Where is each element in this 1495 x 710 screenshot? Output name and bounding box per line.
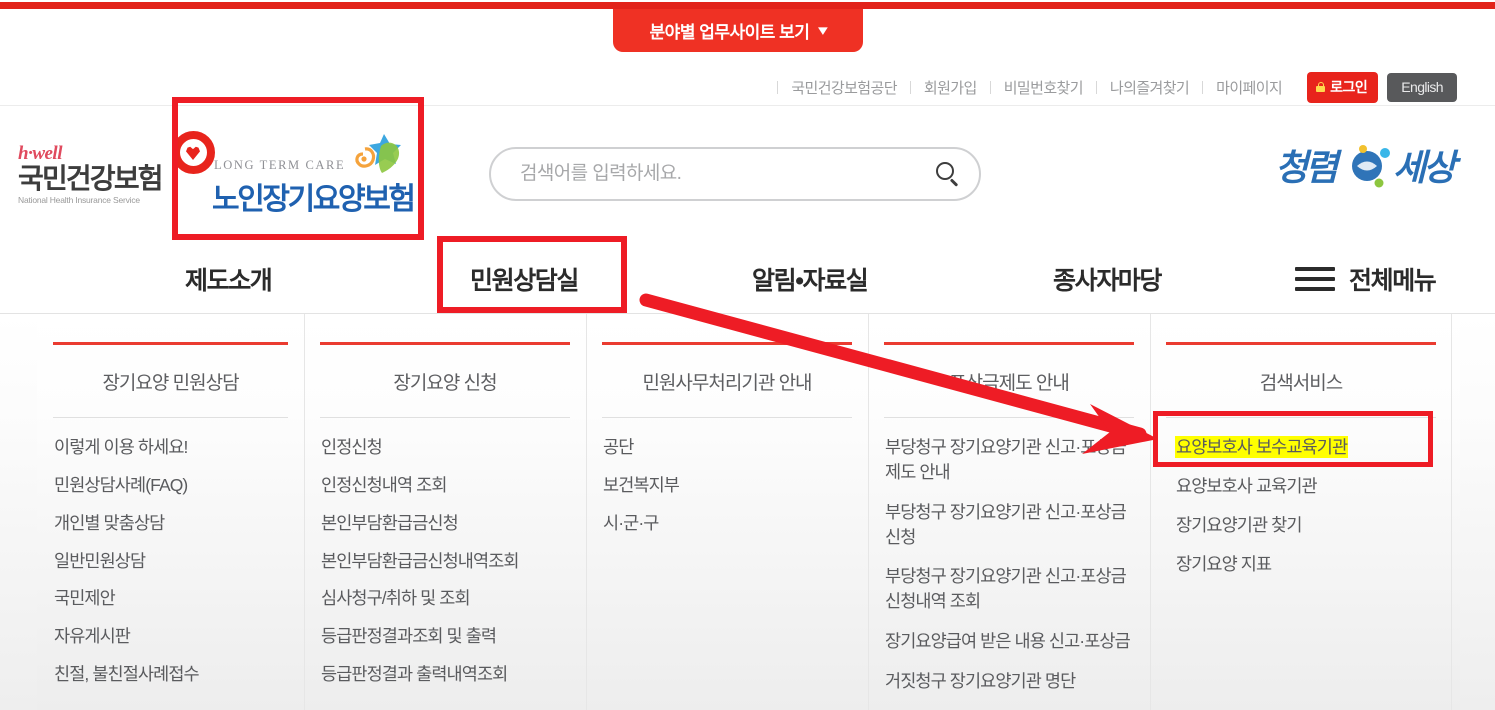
column-divider	[1451, 314, 1452, 710]
mega-link[interactable]: 본인부담환급금신청	[321, 511, 578, 536]
mega-link[interactable]: 인정신청내역 조회	[321, 473, 578, 498]
mega-column-title: 장기요양 민원상담	[102, 373, 239, 394]
mega-link[interactable]: 부당청구 장기요양기관 신고·포상금 신청	[885, 500, 1142, 550]
utility-link-favorites[interactable]: 나의즐겨찾기	[1097, 77, 1202, 98]
mega-column-title: 포상금제도 안내	[949, 373, 1070, 394]
hamburger-icon	[1295, 267, 1335, 291]
column-accent-rule	[602, 342, 852, 345]
column-title-divider	[53, 417, 288, 418]
login-button-label: 로그인	[1330, 79, 1368, 95]
column-title-divider	[884, 417, 1134, 418]
search-button[interactable]	[917, 148, 979, 200]
mega-link[interactable]: 자유게시판	[54, 624, 296, 649]
column-title-divider	[602, 417, 852, 418]
svg-text:세상: 세상	[1393, 148, 1461, 189]
business-site-tab[interactable]: 분야별 업무사이트 보기 ▾	[613, 9, 863, 52]
mega-link[interactable]: 등급판정결과조회 및 출력	[321, 624, 578, 649]
mega-link[interactable]: 심사청구/취하 및 조회	[321, 586, 578, 611]
mega-link[interactable]: 장기요양 지표	[1176, 552, 1444, 577]
column-title-divider	[320, 417, 570, 418]
column-accent-rule	[320, 342, 570, 345]
utility-divider	[0, 105, 1495, 106]
mega-column-civil-consult: 장기요양 민원상담 이렇게 이용 하세요! 민원상담사례(FAQ) 개인별 맞춤…	[37, 314, 304, 710]
mega-link[interactable]: 친절, 불친절사례접수	[54, 662, 296, 687]
page-root: 분야별 업무사이트 보기 ▾ 국민건강보험공단 회원가입 비밀번호찾기 나의즐겨…	[0, 0, 1495, 710]
ltc-logo-korean: 노인장기요양보험	[212, 183, 416, 216]
column-divider	[586, 314, 587, 710]
nhis-logo-hwell: h·well	[18, 143, 62, 164]
column-divider	[868, 314, 869, 710]
nav-item-system-intro[interactable]: 제도소개	[185, 261, 273, 297]
lock-icon	[1316, 82, 1326, 92]
all-menu-label: 전체메뉴	[1349, 267, 1437, 295]
svg-text:청렴: 청렴	[1275, 148, 1342, 189]
utility-link-nhis[interactable]: 국민건강보험공단	[778, 77, 910, 98]
top-accent-bar	[0, 2, 1495, 9]
search-box[interactable]	[489, 147, 981, 201]
mega-link[interactable]: 국민제안	[54, 586, 296, 611]
nhis-logo-english: National Health Insurance Service	[18, 195, 140, 206]
mega-link[interactable]: 인정신청	[321, 435, 578, 460]
heart-icon	[172, 131, 215, 174]
mega-column-links: 인정신청 인정신청내역 조회 본인부담환급금신청 본인부담환급금신청내역조회 심…	[304, 435, 586, 687]
mega-menu-panel: 장기요양 민원상담 이렇게 이용 하세요! 민원상담사례(FAQ) 개인별 맞춤…	[0, 314, 1495, 710]
utility-nav: 국민건강보험공단 회원가입 비밀번호찾기 나의즐겨찾기 마이페이지 로그인 En…	[777, 72, 1457, 103]
mega-column-links: 공단 보건복지부 시·군·구	[586, 435, 868, 536]
ltc-logo-english: LONG TERM CARE	[214, 158, 346, 172]
mega-column-links: 부당청구 장기요양기관 신고·포상금 제도 안내 부당청구 장기요양기관 신고·…	[868, 435, 1150, 694]
mega-link[interactable]: 공단	[603, 435, 860, 460]
mega-link[interactable]: 요양보호사 교육기관	[1176, 474, 1444, 499]
nav-item-notice-archive[interactable]: 알림•자료실	[752, 261, 869, 297]
business-site-tab-label: 분야별 업무사이트 보기	[649, 23, 810, 42]
mega-column-title: 장기요양 신청	[393, 373, 497, 394]
utility-link-find-password[interactable]: 비밀번호찾기	[991, 77, 1096, 98]
nav-item-all-menu[interactable]: 전체메뉴	[1295, 261, 1437, 297]
mega-column-handling-agency: 민원사무처리기관 안내 공단 보건복지부 시·군·구	[586, 314, 868, 710]
mega-link[interactable]: 시·군·구	[603, 511, 860, 536]
login-button[interactable]: 로그인	[1307, 72, 1379, 103]
mega-link[interactable]: 개인별 맞춤상담	[54, 511, 296, 536]
mega-link[interactable]: 부당청구 장기요양기관 신고·포상금 제도 안내	[885, 435, 1142, 485]
utility-link-signup[interactable]: 회원가입	[911, 77, 990, 98]
nhis-logo[interactable]: h·well 국민건강보험 National Health Insurance …	[18, 143, 188, 205]
mega-column-title: 검색서비스	[1259, 373, 1343, 394]
mega-link[interactable]: 등급판정결과 출력내역조회	[321, 662, 578, 687]
column-accent-rule	[1166, 342, 1436, 345]
mega-link-caregiver-refresher-training[interactable]: 요양보호사 보수교육기관	[1176, 437, 1348, 457]
mega-column-search-service: 검색서비스 요양보호사 보수교육기관 요양보호사 교육기관 장기요양기관 찾기 …	[1150, 314, 1452, 710]
column-divider	[1150, 314, 1151, 710]
mega-link[interactable]: 이렇게 이용 하세요!	[54, 435, 296, 460]
mega-column-application: 장기요양 신청 인정신청 인정신청내역 조회 본인부담환급금신청 본인부담환급금…	[304, 314, 586, 710]
mega-link[interactable]: 민원상담사례(FAQ)	[54, 473, 296, 498]
nav-item-worker-plaza[interactable]: 종사자마당	[1053, 261, 1162, 297]
mega-column-links: 요양보호사 보수교육기관 요양보호사 교육기관 장기요양기관 찾기 장기요양 지…	[1150, 435, 1452, 576]
mega-menu-columns: 장기요양 민원상담 이렇게 이용 하세요! 민원상담사례(FAQ) 개인별 맞춤…	[37, 314, 1460, 710]
column-accent-rule	[53, 342, 288, 345]
chevron-down-icon: ▾	[818, 22, 828, 39]
english-button[interactable]: English	[1387, 73, 1457, 102]
mega-link[interactable]: 보건복지부	[603, 473, 860, 498]
mega-column-links: 이렇게 이용 하세요! 민원상담사례(FAQ) 개인별 맞춤상담 일반민원상담 …	[37, 435, 304, 687]
column-title-divider	[1166, 417, 1436, 418]
mega-link[interactable]: 부당청구 장기요양기관 신고·포상금 신청내역 조회	[885, 564, 1142, 614]
search-input[interactable]	[491, 163, 917, 185]
column-accent-rule	[884, 342, 1134, 345]
clean-world-logo-icon: 청렴 세상	[1275, 145, 1464, 189]
mega-link[interactable]: 장기요양급여 받은 내용 신고·포상금	[885, 629, 1142, 654]
long-term-care-logo[interactable]: LONG TERM CARE 노인장기요양보험	[172, 131, 416, 223]
mega-link[interactable]: 일반민원상담	[54, 549, 296, 574]
search-icon	[936, 162, 960, 187]
nhis-logo-korean: 국민건강보험	[18, 163, 164, 194]
utility-link-mypage[interactable]: 마이페이지	[1203, 77, 1295, 98]
mega-column-reward-system: 포상금제도 안내 부당청구 장기요양기관 신고·포상금 제도 안내 부당청구 장…	[868, 314, 1150, 710]
main-nav: 제도소개 민원상담실 알림•자료실 종사자마당 전체메뉴	[0, 241, 1495, 313]
nav-item-civil-complaint[interactable]: 민원상담실	[470, 261, 579, 297]
ltc-emblem-icon	[355, 134, 401, 173]
column-divider	[304, 314, 305, 710]
clean-world-logo[interactable]: 청렴 세상	[1275, 136, 1465, 198]
mega-link[interactable]: 장기요양기관 찾기	[1176, 513, 1444, 538]
mega-link[interactable]: 거짓청구 장기요양기관 명단	[885, 669, 1142, 694]
mega-link[interactable]: 본인부담환급금신청내역조회	[321, 549, 578, 574]
mega-column-title: 민원사무처리기관 안내	[642, 373, 812, 394]
